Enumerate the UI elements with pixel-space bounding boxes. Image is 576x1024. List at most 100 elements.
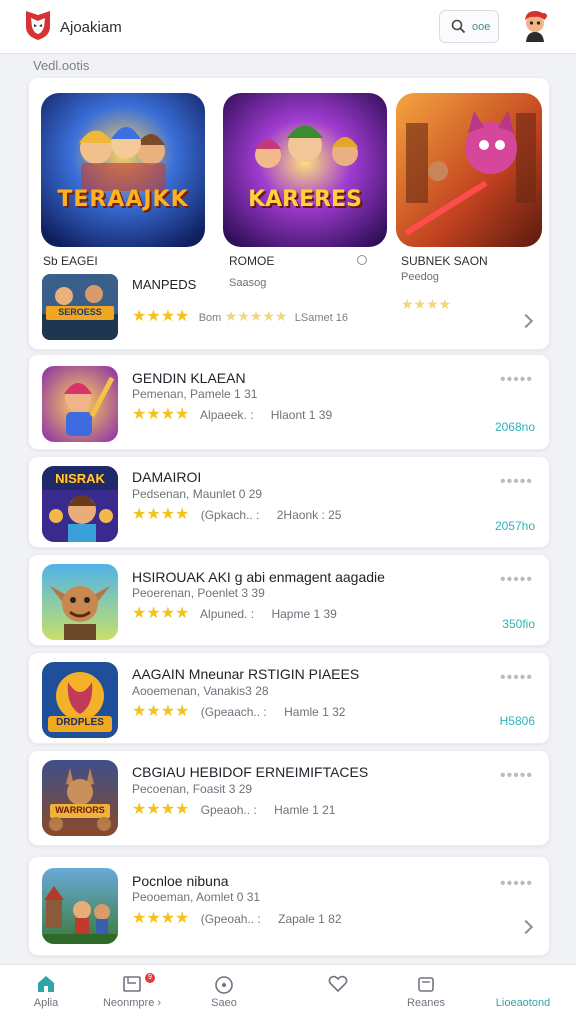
app-title: Ajoakiam [60, 19, 122, 36]
home-icon [38, 976, 54, 992]
featured-tile-3[interactable] [396, 93, 542, 247]
section-label: Vedl.ootis [33, 58, 90, 73]
nav-label: Lioeaotond [495, 997, 551, 1009]
more-options-icon[interactable]: ••••• [500, 669, 533, 687]
app-meta: Pedsenan, Maunlet 0 29 [132, 487, 263, 501]
app-rating: ★★★★ Gpeaoh.. : Hamle 1 21 [132, 799, 335, 819]
brawler-girl-icon [42, 366, 118, 442]
price-label[interactable]: 2068no [495, 420, 535, 434]
app-card-6[interactable]: Pocnloe nibuna Peooeman, Aomlet 0 31 ★★★… [28, 856, 550, 956]
featured-sub-3: Peedog [401, 271, 439, 283]
thumb-art-text: NISRAK [55, 471, 105, 486]
price-label[interactable]: H5806 [500, 714, 535, 728]
rating-label: Alpaeek. : [200, 408, 254, 422]
rating-label: (Gpeaach.. : [200, 705, 267, 719]
featured-card: TERAAJKK KARERES Sb EAGEI ROMOE SUBNEK S… [28, 77, 550, 350]
app-title: GENDIN KLAEAN [132, 370, 246, 386]
app-detail: 2Haonk : 25 [276, 508, 342, 522]
search-icon [451, 19, 466, 34]
nav-item-inbox[interactable]: 9 Neonmpre › [92, 965, 172, 1024]
more-options-icon[interactable]: ••••• [500, 571, 533, 589]
featured-name-1: Sb EAGEI [43, 254, 98, 268]
radio-dot-icon[interactable] [357, 255, 367, 265]
featured-tile-2[interactable]: KARERES [223, 93, 387, 247]
rating-stars-pale: ★★★★ [401, 296, 452, 312]
price-label[interactable]: 2057ho [495, 519, 535, 533]
nav-item-wishlist[interactable] [306, 965, 370, 1024]
app-meta: Peoerenan, Poenlet 3 39 [132, 586, 265, 600]
app-title: HSIROUAK AKI g abi enmagent aagadie [132, 569, 385, 585]
nav-label: Saeo [211, 997, 237, 1009]
app-meta: Peooeman, Aomlet 0 31 [132, 890, 261, 904]
app-title: CBGIAU HEBIDOF ERNEIMIFTACES [132, 764, 369, 780]
app-title: Pocnloe nibuna [132, 873, 229, 889]
library-icon [418, 977, 434, 992]
featured-rating-row: ★★★★ Bom ★★★★★ LSamet 16 [132, 306, 348, 326]
rating-stars: ★★★★ [132, 910, 190, 927]
more-options-icon[interactable]: ••••• [500, 767, 533, 785]
app-card-5[interactable]: WARRIORS CBGIAU HEBIDOF ERNEIMIFTACES Pe… [28, 750, 550, 846]
rating-stars: ★★★★ [132, 605, 190, 622]
nav-item-home[interactable]: Aplia [14, 965, 78, 1024]
featured-mini-thumb[interactable]: SEROESS [42, 274, 118, 340]
app-thumb [42, 366, 118, 442]
app-card-3[interactable]: HSIROUAK AKI g abi enmagent aagadie Peoe… [28, 554, 550, 646]
more-options-icon[interactable]: ••••• [500, 371, 533, 389]
featured-art-text: KARERES [248, 187, 362, 212]
app-rating: ★★★★ (Gpeaach.. : Hamle 1 32 [132, 701, 345, 721]
app-thumb [42, 868, 118, 944]
nav-item-library[interactable]: Reanes [394, 965, 458, 1024]
search-button[interactable]: ooe [439, 10, 499, 43]
app-card-4[interactable]: DRDPLES AAGAIN Mneunar RSTIGIN PIAEES Ao… [28, 652, 550, 744]
rating-label: Alpuned. : [200, 607, 255, 621]
inbox-icon [123, 976, 141, 992]
villains-banner-icon [223, 93, 387, 247]
rating-stars: ★★★★ [132, 801, 190, 818]
avatar[interactable] [520, 8, 550, 42]
compass-icon [215, 976, 233, 994]
app-logo[interactable] [23, 9, 53, 41]
app-thumb [42, 564, 118, 640]
thumb-art-text: DRDPLES [56, 717, 104, 728]
featured-name-3: SUBNEK SAON [401, 254, 488, 268]
app-rating: ★★★★ Alpuned. : Hapme 1 39 [132, 603, 337, 623]
rating-extra: LSamet 16 [294, 312, 348, 324]
featured-name-2: ROMOE [229, 254, 275, 268]
mini-art-text: SEROESS [58, 307, 102, 317]
rating-stars: ★★★★ [132, 506, 190, 523]
app-detail: Hlaont 1 39 [270, 408, 333, 422]
app-card-1[interactable]: GENDIN KLAEAN Pemenan, Pamele 1 31 ★★★★ … [28, 354, 550, 450]
more-options-icon[interactable]: ••••• [500, 875, 533, 893]
price-label[interactable]: 350fio [502, 617, 535, 631]
app-rating: ★★★★ Alpaeek. : Hlaont 1 39 [132, 404, 332, 424]
search-label: ooe [472, 21, 491, 33]
rating-label: Gpeaoh.. : [200, 803, 257, 817]
rating-label: (Gpeoah.. : [200, 912, 261, 926]
heart-icon [328, 975, 348, 993]
app-rating: ★★★★ (Gpeoah.. : Zapale 1 82 [132, 908, 342, 928]
rating-stars: ★★★★ [132, 703, 190, 720]
app-meta: Aooemenan, Vanakis3 28 [132, 684, 269, 698]
top-bar: Ajoakiam ooe [0, 0, 576, 54]
app-thumb: NISRAK [42, 466, 118, 542]
chevron-right-icon[interactable] [518, 313, 534, 329]
featured-inline-title: MANPEDS [132, 277, 197, 292]
nav-label: Neonmpre › [102, 997, 162, 1009]
nav-item-search[interactable]: Saeo [192, 965, 256, 1024]
app-thumb: WARRIORS [42, 760, 118, 836]
chevron-right-icon[interactable] [518, 919, 534, 935]
app-thumb: DRDPLES [42, 662, 118, 738]
app-card-2[interactable]: NISRAK DAMAIROI Pedsenan, Maunlet 0 29 ★… [28, 456, 550, 548]
nav-item-account[interactable]: Lioeaotond [478, 965, 568, 1024]
featured-tile-1[interactable]: TERAAJKK [41, 93, 205, 247]
more-options-icon[interactable]: ••••• [500, 473, 533, 491]
app-detail: Zapale 1 82 [278, 912, 342, 926]
thumb-art-text: WARRIORS [55, 805, 105, 815]
nav-label: Aplia [33, 997, 59, 1009]
app-detail: Hamle 1 32 [284, 705, 346, 719]
heroes-banner-icon [41, 93, 205, 247]
featured-art-text: TERAAJKK [57, 187, 189, 212]
bottom-navigation: Aplia 9 Neonmpre › Saeo Reanes Lioeaoton… [0, 964, 576, 1024]
village-battle-icon [42, 868, 118, 944]
rating-label: (Gpkach.. : [200, 508, 260, 522]
